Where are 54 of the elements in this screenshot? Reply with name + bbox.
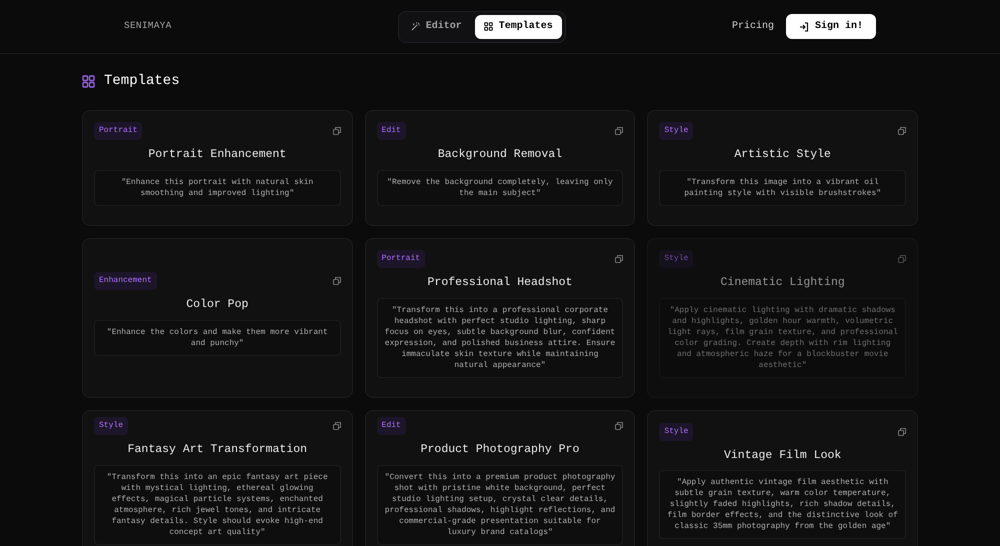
prompt-text: "Transform this image into a vibrant oil painting style with visible brushstrokes" (659, 170, 906, 206)
view-tab[interactable]: Templates (474, 14, 562, 38)
sign-in-icon (798, 22, 809, 32)
card-title: Artistic Style (733, 147, 832, 164)
card-title: Vintage Film Look (722, 448, 842, 464)
category-tag: Style (659, 422, 694, 441)
card-title: Fantasy Art Transformation (126, 442, 308, 458)
copy-icon[interactable] (898, 428, 906, 436)
prompt-text: "Convert this into a premium product photography shot with pristine white background, perfect studio lighting setup, crystal clear details, professional shadows, highlight reflections, and commercial-grade presentation suitable for luxury brand catalogs" (376, 464, 624, 545)
template-card[interactable]: Portrait Portrait Enhancement "Enhance this portrait with natural skin smoothing and improved lighting" (82, 110, 353, 226)
pricing-link[interactable]: Pricing (732, 19, 774, 34)
copy-icon[interactable] (332, 127, 341, 136)
category-tag: Portrait (376, 250, 426, 268)
prompt-text: "Apply authentic vintage film aesthetic with subtle grain texture, warm color temperature, slightly faded highlights, rich shadow details, film border effects, and the distinctive look of classic 35mm photography from the golden age" (659, 470, 906, 540)
category-tag: Style (659, 122, 694, 140)
prompt-text: "Enhance the colors and make them more vibrant and punchy" (94, 320, 341, 356)
template-card[interactable]: Edit Background Removal "Remove the background completely, leaving only the main subject" (364, 110, 636, 226)
category-tag: Edit (376, 417, 406, 436)
grid-icon (82, 75, 95, 88)
category-tag: Edit (376, 122, 406, 140)
category-tag: Style (659, 250, 694, 268)
prompt-text: "Transform this into a professional corporate headshot with perfect studio lighting, sharp focus on eyes, subtle background blur, confident expression, and polished business attire. Ensure immaculate skin texture while maintaining natural appearance" (376, 298, 624, 378)
card-title: Cinematic Lighting (720, 275, 846, 292)
prompt-text: "Apply cinematic lighting with dramatic shadows and highlights, golden hour warmth, volumetric light rays, film grain texture, and professional color grading. Create depth with rim lighting and atmospheric haze for a blockbuster movie aesthetic" (659, 298, 906, 378)
page-title: Templates (104, 72, 180, 91)
card-title: Professional Headshot (426, 275, 574, 292)
copy-icon[interactable] (615, 255, 624, 264)
grid-icon (484, 22, 493, 31)
category-tag: Enhancement (94, 272, 157, 290)
template-card[interactable] (364, 238, 636, 398)
view-tab[interactable]: Editor (402, 14, 471, 38)
copy-icon[interactable] (898, 127, 906, 136)
copy-icon[interactable] (898, 255, 906, 264)
template-card[interactable] (82, 410, 353, 546)
sign-in-button[interactable]: Sign in! (786, 14, 876, 39)
wand-icon (410, 22, 420, 31)
copy-icon[interactable] (332, 277, 341, 286)
card-title: Color Pop (185, 297, 250, 314)
brand-name: SENIMAYA (124, 19, 172, 34)
prompt-text: "Enhance this portrait with natural skin smoothing and improved lighting" (94, 170, 341, 206)
card-title: Product Photography Pro (420, 442, 580, 458)
card-title: Portrait Enhancement (147, 147, 288, 164)
template-card[interactable]: Style Artistic Style "Transform this image into a vibrant oil painting style with visible brushstrokes" (647, 110, 918, 226)
prompt-text: "Remove the background completely, leaving only the main subject" (376, 170, 624, 206)
copy-icon[interactable] (615, 422, 624, 430)
copy-icon[interactable] (615, 127, 624, 136)
card-title: Background Removal (436, 147, 564, 164)
template-card[interactable]: Enhancement Color Pop "Enhance the colors and make them more vibrant and punchy" (82, 238, 353, 398)
template-card[interactable] (364, 410, 636, 546)
category-tag: Portrait (94, 122, 142, 140)
category-tag: Style (94, 417, 128, 436)
prompt-text: "Transform this into an epic fantasy art piece with mystical lighting, ethereal glowing effects, magical particle systems, enchanted atmosphere, rich jewel tones, and intricate fantasy details. Style should evoke high-end concept art quality" (94, 464, 341, 545)
template-card[interactable] (647, 410, 918, 546)
copy-icon[interactable] (332, 422, 341, 430)
